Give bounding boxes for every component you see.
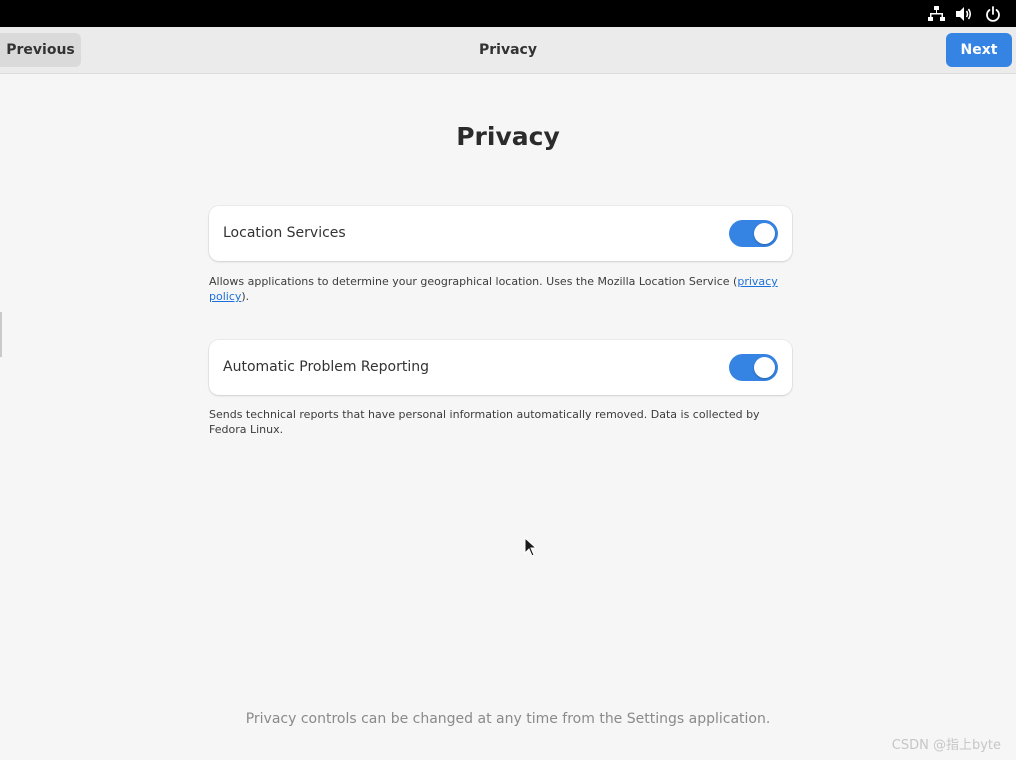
power-icon[interactable] <box>983 0 1003 27</box>
volume-icon[interactable] <box>954 0 974 27</box>
page-heading: Privacy <box>456 122 560 151</box>
location-description-text: Allows applications to determine your ge… <box>209 275 738 288</box>
location-description-tail: ). <box>241 290 250 303</box>
previous-button[interactable]: Previous <box>0 33 81 67</box>
top-system-bar <box>0 0 1016 27</box>
location-services-row: Location Services <box>209 206 792 261</box>
switch-knob <box>754 357 775 378</box>
left-edge-handle <box>0 312 2 357</box>
mouse-cursor-icon <box>524 537 538 557</box>
switch-knob <box>754 223 775 244</box>
problem-reporting-row: Automatic Problem Reporting <box>209 340 792 395</box>
problem-reporting-description: Sends technical reports that have person… <box>209 408 760 436</box>
problem-reporting-switch[interactable] <box>729 354 778 381</box>
header-bar: Privacy Previous Next <box>0 27 1016 74</box>
problem-reporting-label: Automatic Problem Reporting <box>223 359 429 375</box>
next-button[interactable]: Next <box>946 33 1012 67</box>
network-icon[interactable] <box>926 0 946 27</box>
watermark: CSDN @指上byte <box>891 738 1001 753</box>
location-services-description: Allows applications to determine your ge… <box>209 274 792 304</box>
location-services-label: Location Services <box>223 225 346 241</box>
header-title: Privacy <box>479 42 537 58</box>
footer-note: Privacy controls can be changed at any t… <box>245 711 771 727</box>
location-services-switch[interactable] <box>729 220 778 247</box>
